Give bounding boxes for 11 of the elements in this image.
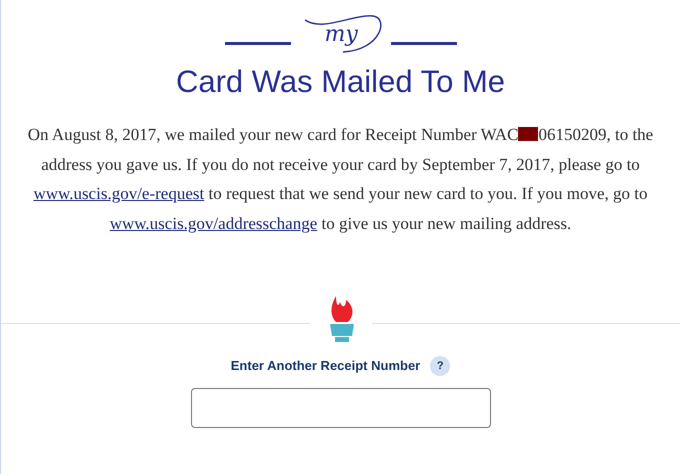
- link[interactable]: www.uscis.gov/e-request: [33, 184, 204, 203]
- receipt-number-label: Enter Another Receipt Number: [230, 357, 420, 376]
- logo-rule: [390, 42, 456, 44]
- logo-text: my: [324, 24, 358, 46]
- link[interactable]: www.uscis.gov/addresschange: [110, 214, 318, 232]
- redaction-block: [518, 127, 538, 141]
- page-title: Card Was Mailed To Me: [176, 63, 506, 101]
- help-button[interactable]: ?: [430, 356, 450, 376]
- logo-rule: [224, 42, 290, 44]
- mailed-message: On August 8, 2017, we mailed your new card for Receipt Number WAC 06150209, to the address you gave us. If you do not receive your card by September 7, 2017, please go to www.uscis.gov/e-request to request that we send your new card to you. If you move, go to www.uscis.gov/addresschange to give us your new mailing address.: [26, 124, 654, 235]
- receipt-number-input[interactable]: [190, 388, 490, 428]
